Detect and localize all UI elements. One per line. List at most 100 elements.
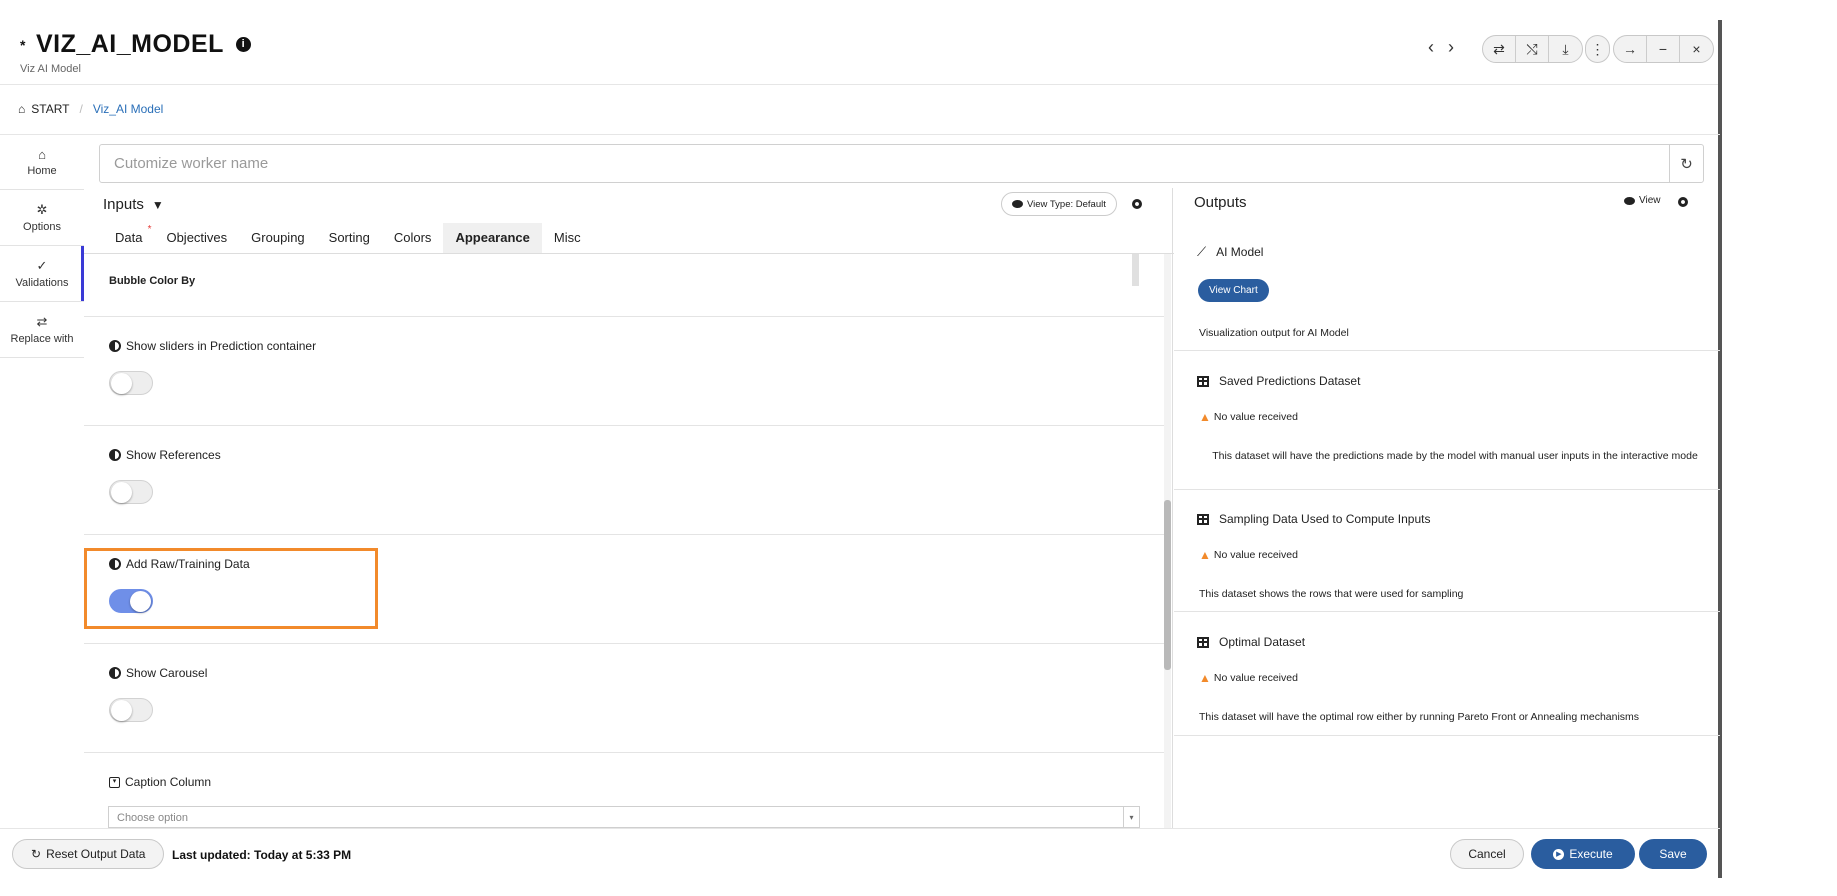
table-icon xyxy=(1197,375,1209,387)
header-divider xyxy=(0,84,1720,85)
tab-colors[interactable]: Colors xyxy=(382,223,444,253)
sidebar-item-label: Validations xyxy=(15,277,69,289)
left-sidebar: ⌂ Home ✲ Options ✓ Validations ⇄ Replace… xyxy=(0,134,84,358)
inputs-title: Inputs xyxy=(103,196,144,213)
show-sliders-label: Show sliders in Prediction container xyxy=(109,339,316,353)
outputs-view-button[interactable]: View xyxy=(1624,195,1661,206)
sidebar-item-home[interactable]: ⌂ Home xyxy=(0,134,84,190)
dropdown-type-icon: ▾ xyxy=(109,776,120,788)
output-divider xyxy=(1174,350,1720,351)
history-nav: ‹ › xyxy=(1428,37,1454,58)
tab-grouping[interactable]: Grouping xyxy=(239,223,316,253)
warning-text: No value received xyxy=(1213,672,1298,684)
output-name: Sampling Data Used to Compute Inputs xyxy=(1219,512,1431,526)
cancel-button[interactable]: Cancel xyxy=(1450,839,1524,869)
sidebar-item-options[interactable]: ✲ Options xyxy=(0,190,84,246)
reset-output-button[interactable]: ↻ Reset Output Data xyxy=(12,839,165,869)
section-label-text: Show Carousel xyxy=(126,666,208,680)
play-icon: ▶ xyxy=(1553,848,1565,860)
info-icon[interactable]: i xyxy=(235,37,251,52)
inputs-tabs: Data * Objectives Grouping Sorting Color… xyxy=(103,223,593,253)
breadcrumb-start[interactable]: START xyxy=(31,102,69,116)
home-icon: ⌂ xyxy=(38,146,46,162)
line-chart-icon: ⟋ xyxy=(1197,244,1207,259)
table-icon xyxy=(1197,636,1209,648)
table-icon xyxy=(1197,513,1209,525)
show-sliders-toggle[interactable] xyxy=(109,371,153,395)
no-value-warning: ▲ No value received xyxy=(1199,548,1298,562)
eye-icon xyxy=(1012,200,1023,208)
inputs-header: Inputs ▼ xyxy=(103,196,164,213)
inputs-scrollbar-thumb[interactable] xyxy=(1164,500,1171,670)
sidebar-item-label: Home xyxy=(27,164,57,177)
show-references-toggle[interactable] xyxy=(109,480,153,504)
output-description: Visualization output for AI Model xyxy=(1199,327,1349,339)
panel-divider xyxy=(1172,188,1173,828)
sidebar-item-label: Options xyxy=(23,221,61,233)
breadcrumb-current[interactable]: Viz_AI Model xyxy=(93,102,163,116)
view-type-label: View Type: Default xyxy=(1027,198,1106,210)
output-name: Optimal Dataset xyxy=(1219,635,1306,649)
show-carousel-toggle[interactable] xyxy=(109,698,153,722)
close-icon[interactable]: × xyxy=(1680,36,1713,62)
breadcrumb: ⌂ START / Viz_AI Model xyxy=(18,102,163,116)
tab-data[interactable]: Data * xyxy=(103,223,154,253)
tab-appearance[interactable]: Appearance xyxy=(443,223,542,253)
tab-objectives[interactable]: Objectives xyxy=(154,223,239,253)
inputs-settings-icon[interactable] xyxy=(1132,199,1142,209)
breadcrumb-divider xyxy=(0,134,1720,135)
swap-icon[interactable]: ⇄ xyxy=(1483,36,1516,62)
highlight-box xyxy=(84,548,378,629)
show-references-section: Show References xyxy=(84,426,1164,535)
warning-icon: ▲ xyxy=(1199,410,1211,424)
bubble-color-section: Bubble Color By xyxy=(84,254,1164,317)
page-subtitle: Viz AI Model xyxy=(20,63,81,75)
warning-text: No value received xyxy=(1213,549,1298,561)
bubble-color-label: Bubble Color By xyxy=(109,275,196,287)
footer-divider xyxy=(0,828,1720,829)
section-label-text: Show References xyxy=(126,448,221,462)
output-description: This dataset will have the predictions m… xyxy=(1212,450,1698,462)
minimize-icon[interactable]: − xyxy=(1647,36,1680,62)
refresh-icon: ↻ xyxy=(31,847,42,861)
select-placeholder: Choose option xyxy=(117,812,188,824)
gear-icon: ✲ xyxy=(36,202,48,217)
no-value-warning: ▲ No value received xyxy=(1199,410,1298,424)
go-arrow-icon[interactable]: → xyxy=(1614,36,1647,62)
view-chart-button[interactable]: View Chart xyxy=(1198,279,1269,302)
show-carousel-section: Show Carousel xyxy=(84,644,1164,753)
toggle-type-icon xyxy=(109,449,121,461)
worker-name-input[interactable] xyxy=(100,145,1669,182)
home-icon[interactable]: ⌂ xyxy=(18,102,25,116)
shuffle-icon[interactable]: ⤭ xyxy=(1516,36,1549,62)
back-arrow-icon[interactable]: ‹ xyxy=(1428,37,1434,58)
output-description: This dataset will have the optimal row e… xyxy=(1199,711,1640,723)
warning-text: No value received xyxy=(1213,411,1298,423)
output-name: Saved Predictions Dataset xyxy=(1219,374,1361,388)
inner-scrollbar[interactable] xyxy=(1132,254,1139,286)
view-type-button[interactable]: View Type: Default xyxy=(1001,192,1117,216)
refresh-icon[interactable]: ↻ xyxy=(1669,145,1703,182)
download-icon[interactable]: ⤓ xyxy=(1549,36,1582,62)
chevron-down-icon: ▾ xyxy=(1123,807,1139,827)
output-description: This dataset shows the rows that were us… xyxy=(1199,588,1464,600)
worker-name-field: ↻ xyxy=(99,144,1704,183)
execute-button[interactable]: ▶ Execute xyxy=(1531,839,1635,869)
warning-icon: ▲ xyxy=(1199,671,1211,685)
outputs-settings-icon[interactable] xyxy=(1678,197,1688,207)
view-label: View xyxy=(1639,195,1661,206)
tab-misc[interactable]: Misc xyxy=(542,223,593,253)
output-divider xyxy=(1174,611,1720,612)
warning-icon: ▲ xyxy=(1199,548,1211,562)
toggle-type-icon xyxy=(109,667,121,679)
filter-icon[interactable]: ▼ xyxy=(152,198,164,212)
forward-arrow-icon[interactable]: › xyxy=(1448,37,1454,58)
sidebar-item-validations[interactable]: ✓ Validations xyxy=(0,246,84,302)
tab-sorting[interactable]: Sorting xyxy=(317,223,382,253)
sidebar-item-replace-with[interactable]: ⇄ Replace with xyxy=(0,302,84,358)
caption-column-select[interactable]: Choose option ▾ xyxy=(108,806,1140,828)
no-value-warning: ▲ No value received xyxy=(1199,671,1298,685)
more-icon[interactable]: ⋮ xyxy=(1586,36,1609,62)
check-icon: ✓ xyxy=(36,258,48,273)
save-button[interactable]: Save xyxy=(1639,839,1707,869)
